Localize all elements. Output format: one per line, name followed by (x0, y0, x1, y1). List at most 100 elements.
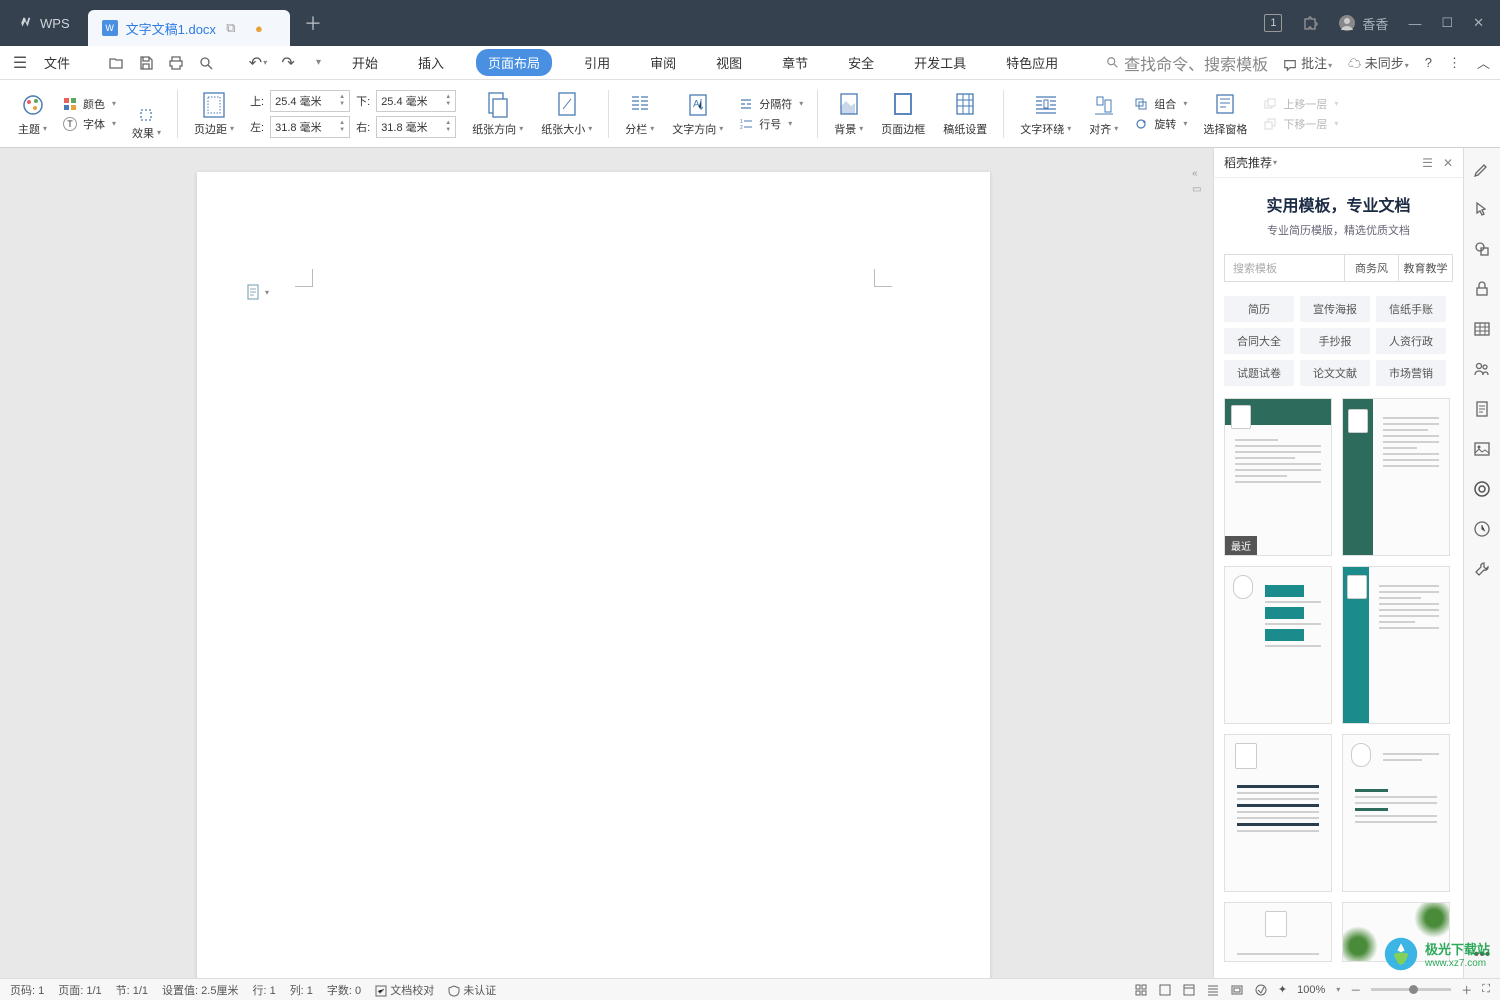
view-icon-6[interactable] (1254, 983, 1268, 997)
view-icon-1[interactable] (1134, 983, 1148, 997)
status-setting[interactable]: 设置值: 2.5厘米 (162, 982, 238, 998)
puzzle-icon[interactable] (1302, 15, 1318, 31)
document-area[interactable]: « ▭ ▾ (0, 148, 1213, 978)
view-icon-5[interactable] (1230, 983, 1244, 997)
view-icon-4[interactable] (1206, 983, 1220, 997)
sync-button[interactable]: ☁ 未同步▾ (1348, 53, 1409, 72)
more-icon[interactable]: ⋮ (1448, 55, 1461, 71)
sb-template-icon[interactable] (1471, 478, 1493, 500)
page-action-icon[interactable]: ▾ (247, 284, 269, 300)
template-quick-business[interactable]: 商务风 (1345, 254, 1399, 282)
panel-close-icon[interactable]: ✕ (1443, 156, 1453, 170)
template-thumb-2[interactable] (1342, 398, 1450, 556)
view-icon-3[interactable] (1182, 983, 1196, 997)
tab-review[interactable]: 审阅 (642, 49, 684, 76)
breaks-button[interactable]: 分隔符▾ (739, 96, 803, 112)
user-avatar[interactable]: 香香 (1338, 14, 1388, 33)
orientation-button[interactable]: 纸张方向▾ (466, 91, 529, 137)
cat-contract[interactable]: 合同大全 (1224, 328, 1294, 354)
panel-collapse-icon[interactable]: « (1192, 168, 1204, 180)
zoom-in[interactable]: ＋ (1461, 982, 1472, 998)
tab-view[interactable]: 视图 (708, 49, 750, 76)
tab-start[interactable]: 开始 (344, 49, 386, 76)
qat-dropdown-icon[interactable]: ▾ (308, 53, 328, 73)
tab-external-icon[interactable]: ⧉ (224, 21, 238, 35)
save-icon[interactable] (136, 53, 156, 73)
template-thumb-7[interactable] (1224, 902, 1332, 962)
status-page-no[interactable]: 页码: 1 (10, 982, 44, 998)
tab-reference[interactable]: 引用 (576, 49, 618, 76)
file-menu[interactable]: 文件 (40, 53, 74, 72)
minimize-icon[interactable]: — (1408, 16, 1421, 31)
text-wrap-button[interactable]: 文字环绕▾ (1014, 91, 1077, 137)
margin-button[interactable]: 页边距▾ (188, 91, 240, 137)
template-thumb-1[interactable]: 最近 (1224, 398, 1332, 556)
effect-button[interactable]: 效果▾ (126, 87, 167, 141)
status-section[interactable]: 节: 1/1 (116, 982, 148, 998)
cat-letter[interactable]: 信纸手账 (1376, 296, 1446, 322)
help-icon[interactable]: ? (1425, 55, 1432, 70)
sb-table-icon[interactable] (1471, 318, 1493, 340)
status-words[interactable]: 字数: 0 (327, 982, 361, 998)
status-page[interactable]: 页面: 1/1 (58, 982, 101, 998)
sb-lock-icon[interactable] (1471, 278, 1493, 300)
columns-button[interactable]: 分栏▾ (619, 91, 660, 137)
sb-image-icon[interactable] (1471, 438, 1493, 460)
template-thumb-4[interactable] (1342, 566, 1450, 724)
paper-size-button[interactable]: 纸张大小▾ (535, 91, 598, 137)
template-thumb-5[interactable] (1224, 734, 1332, 892)
sb-edit-icon[interactable] (1471, 158, 1493, 180)
page-border-button[interactable]: 页面边框 (875, 91, 931, 137)
tab-security[interactable]: 安全 (840, 49, 882, 76)
sb-people-icon[interactable] (1471, 358, 1493, 380)
font-button[interactable]: T字体▾ (63, 116, 116, 132)
hamburger-icon[interactable]: ☰ (10, 53, 30, 73)
status-col[interactable]: 列: 1 (290, 982, 313, 998)
cat-poster[interactable]: 宣传海报 (1300, 296, 1370, 322)
tab-devtools[interactable]: 开发工具 (906, 49, 974, 76)
template-thumb-6[interactable] (1342, 734, 1450, 892)
document-tab[interactable]: W 文字文稿1.docx ⧉ ● (88, 10, 290, 46)
cat-marketing[interactable]: 市场营销 (1376, 360, 1446, 386)
theme-button[interactable]: 主题▾ (12, 91, 53, 137)
command-search[interactable]: 查找命令、搜索模板 (1106, 51, 1268, 75)
redo-icon[interactable]: ↷ (278, 53, 298, 73)
margin-bottom-input[interactable]: 25.4 毫米▲▼ (376, 90, 456, 112)
group-button[interactable]: 组合▾ (1134, 96, 1187, 112)
close-icon[interactable]: ✕ (1473, 15, 1484, 31)
collapse-ribbon-icon[interactable]: ︿ (1477, 53, 1490, 72)
margin-right-input[interactable]: 31.8 毫米▲▼ (376, 116, 456, 138)
cat-resume[interactable]: 简历 (1224, 296, 1294, 322)
line-number-button[interactable]: 12行号▾ (739, 116, 803, 132)
align-button[interactable]: 对齐▾ (1083, 91, 1124, 137)
open-icon[interactable] (106, 53, 126, 73)
cat-thesis[interactable]: 论文文献 (1300, 360, 1370, 386)
fit-icon[interactable]: ⛶ (1482, 983, 1490, 996)
zoom-out[interactable]: － (1350, 982, 1361, 998)
margin-top-input[interactable]: 25.4 毫米▲▼ (270, 90, 350, 112)
text-direction-button[interactable]: A 文字方向▾ (666, 91, 729, 137)
template-quick-education[interactable]: 教育教学 (1399, 254, 1453, 282)
new-tab-button[interactable]: ＋ (298, 8, 328, 38)
annotate-button[interactable]: 批注▾ (1283, 53, 1332, 72)
tab-insert[interactable]: 插入 (410, 49, 452, 76)
zoom-label[interactable]: 100% (1297, 984, 1325, 996)
manuscript-button[interactable]: 稿纸设置 (937, 91, 993, 137)
wps-home-tab[interactable]: WPS (0, 0, 88, 46)
margin-left-input[interactable]: 31.8 毫米▲▼ (270, 116, 350, 138)
document-page[interactable]: ▾ (197, 172, 990, 978)
cat-exam[interactable]: 试题试卷 (1224, 360, 1294, 386)
notification-badge[interactable]: 1 (1264, 14, 1282, 32)
status-proof[interactable]: 文档校对 (375, 982, 434, 998)
preview-icon[interactable] (196, 53, 216, 73)
template-search-input[interactable]: 搜索模板 (1224, 254, 1345, 282)
rotate-button[interactable]: 旋转▾ (1134, 116, 1187, 132)
cat-newspaper[interactable]: 手抄报 (1300, 328, 1370, 354)
status-row[interactable]: 行: 1 (252, 982, 275, 998)
undo-icon[interactable]: ↶▾ (248, 53, 268, 73)
selection-pane-button[interactable]: 选择窗格 (1197, 91, 1253, 137)
tab-section[interactable]: 章节 (774, 49, 816, 76)
view-icon-7[interactable]: ✦ (1278, 983, 1287, 996)
sb-tools-icon[interactable] (1471, 558, 1493, 580)
panel-menu-icon[interactable]: ☰ (1422, 156, 1433, 170)
